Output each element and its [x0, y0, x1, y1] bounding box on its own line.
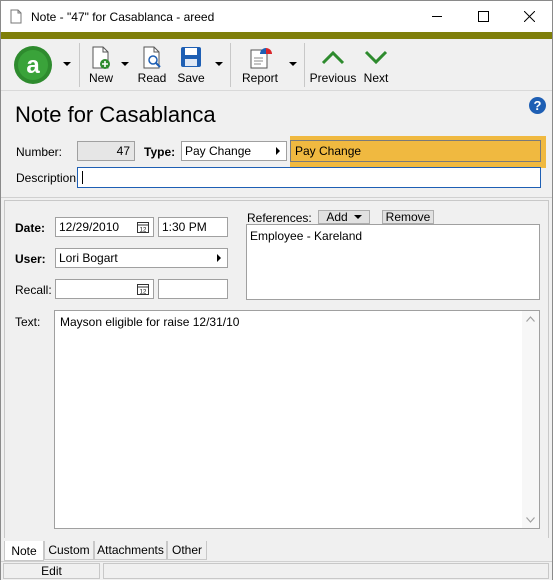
tab-label: Custom	[48, 543, 90, 557]
list-item[interactable]: Employee - Kareland	[247, 225, 539, 247]
brand-bar	[1, 32, 552, 39]
add-reference-button[interactable]: Add	[318, 210, 370, 224]
up-chevron-icon	[321, 50, 345, 65]
tab-note[interactable]: Note	[4, 541, 44, 561]
references-label: References:	[247, 211, 312, 225]
remove-reference-label: Remove	[385, 210, 431, 224]
user-label: User:	[15, 252, 46, 266]
type-select-value: Pay Change	[185, 144, 252, 158]
calendar-icon[interactable]: 12	[137, 283, 149, 295]
date-input[interactable]: 12/29/2010 12	[55, 217, 154, 237]
number-value: 47	[116, 144, 130, 158]
next-button-label: Next	[363, 71, 389, 85]
save-button[interactable]: Save	[173, 39, 209, 91]
report-button-label: Report	[241, 71, 279, 85]
previous-button-label: Previous	[309, 71, 357, 85]
toolbar-separator	[230, 43, 231, 87]
time-input[interactable]: 1:30 PM	[158, 217, 228, 237]
tab-custom[interactable]: Custom	[44, 541, 94, 560]
type-label: Type:	[144, 145, 176, 159]
report-button[interactable]: Report	[237, 39, 283, 91]
read-document-icon	[143, 46, 161, 69]
number-label: Number:	[16, 145, 63, 159]
status-bar: Edit	[1, 561, 552, 580]
maximize-icon	[477, 11, 489, 22]
scroll-up-icon[interactable]	[526, 316, 535, 322]
app-menu-dropdown-icon[interactable]	[63, 61, 71, 67]
chevron-down-icon	[353, 215, 362, 219]
page-title: Note for Casablanca	[15, 102, 216, 127]
description-label: Description:	[16, 171, 80, 185]
toolbar-separator	[304, 43, 305, 87]
vertical-scrollbar[interactable]	[522, 311, 539, 528]
remove-reference-button[interactable]: Remove	[382, 210, 434, 224]
tab-label: Note	[11, 543, 37, 558]
recall-time-input[interactable]	[158, 279, 228, 299]
svg-text:12: 12	[140, 228, 147, 234]
report-icon	[250, 48, 272, 69]
read-button[interactable]: Read	[135, 39, 169, 91]
previous-button[interactable]: Previous	[309, 39, 357, 91]
toolbar-separator	[79, 43, 80, 87]
save-button-label: Save	[177, 71, 205, 85]
title-bar: Note - "47" for Casablanca - areed	[1, 1, 552, 32]
minimize-icon	[431, 16, 442, 17]
date-value: 12/29/2010	[59, 220, 120, 234]
user-value: Lori Bogart	[59, 251, 118, 265]
tab-label: Other	[171, 543, 202, 557]
status-mode: Edit	[3, 563, 100, 579]
new-button[interactable]: New	[85, 39, 117, 91]
tab-other[interactable]: Other	[167, 541, 207, 560]
svg-text:a: a	[26, 52, 40, 79]
report-dropdown-icon[interactable]	[289, 61, 297, 67]
read-button-label: Read	[137, 71, 167, 85]
recall-date-input[interactable]: 12	[55, 279, 154, 299]
tab-label: Attachments	[97, 543, 164, 557]
minimize-button[interactable]	[414, 1, 460, 32]
save-dropdown-icon[interactable]	[215, 61, 223, 67]
new-document-icon	[92, 46, 110, 69]
note-window: Note - "47" for Casablanca - areed a New…	[0, 0, 553, 580]
text-cursor	[82, 171, 83, 184]
user-select[interactable]: Lori Bogart	[55, 248, 228, 268]
svg-text:12: 12	[140, 290, 147, 296]
recall-label: Recall:	[15, 283, 52, 297]
new-dropdown-icon[interactable]	[121, 61, 129, 67]
maximize-button[interactable]	[460, 1, 506, 32]
help-icon[interactable]: ?	[529, 97, 546, 114]
text-label: Text:	[15, 315, 41, 329]
time-value: 1:30 PM	[162, 220, 207, 234]
date-label: Date:	[15, 221, 46, 235]
type-description-field: Pay Change	[290, 140, 541, 162]
status-message	[103, 563, 549, 579]
references-list[interactable]: Employee - Kareland	[246, 224, 540, 300]
note-text-area[interactable]: Mayson eligible for raise 12/31/10	[54, 310, 540, 529]
add-reference-label: Add	[326, 210, 348, 224]
tab-strip: Note Custom Attachments Other	[1, 541, 552, 561]
user-select-arrow-icon	[217, 254, 221, 262]
scroll-down-icon[interactable]	[526, 517, 535, 523]
section-divider	[1, 197, 552, 198]
window-title: Note - "47" for Casablanca - areed	[31, 9, 215, 24]
note-text-value: Mayson eligible for raise 12/31/10	[60, 315, 240, 329]
calendar-icon[interactable]: 12	[137, 221, 149, 233]
app-menu-button[interactable]: a	[7, 39, 59, 91]
down-chevron-icon	[364, 50, 388, 65]
app-logo-icon: a	[14, 46, 52, 84]
number-field: 47	[77, 141, 135, 161]
description-input[interactable]	[77, 167, 541, 188]
document-icon	[10, 9, 22, 24]
toolbar: a New Read Save Report Previous Next	[1, 39, 552, 91]
type-description-value: Pay Change	[295, 144, 362, 158]
status-mode-value: Edit	[41, 564, 62, 578]
tab-attachments[interactable]: Attachments	[94, 541, 167, 560]
type-select-arrow-icon	[276, 147, 280, 155]
close-button[interactable]	[506, 1, 552, 32]
type-select[interactable]: Pay Change	[181, 141, 287, 161]
next-button[interactable]: Next	[359, 39, 393, 91]
new-button-label: New	[88, 71, 113, 85]
save-disk-icon	[181, 47, 201, 67]
close-icon	[523, 11, 535, 22]
